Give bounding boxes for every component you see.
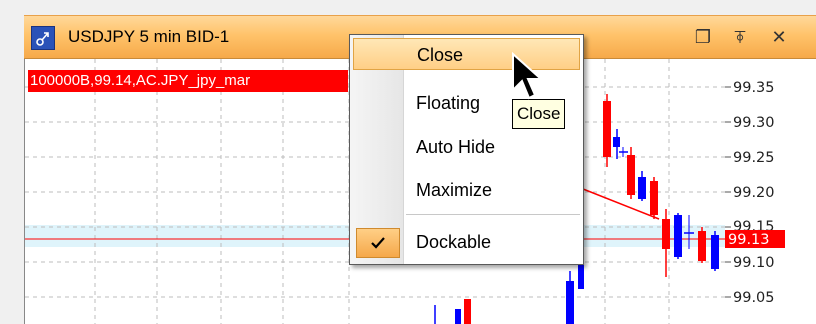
- window-title: USDJPY 5 min BID-1: [68, 27, 230, 46]
- app-icon: [31, 26, 55, 50]
- restore-icon[interactable]: ❐: [692, 26, 714, 48]
- candle: [455, 309, 461, 324]
- price-tick: 99.25: [733, 150, 775, 166]
- menu-item-label: Floating: [416, 93, 481, 113]
- candle: [613, 137, 620, 147]
- price-tick: 99.05: [733, 290, 775, 306]
- menu-item-dockable[interactable]: Dockable: [353, 224, 580, 260]
- mouse-cursor-icon: [512, 52, 544, 100]
- checked-indicator: [356, 228, 400, 258]
- menu-item-label: Close: [417, 45, 464, 65]
- menu-item-label: Auto Hide: [416, 137, 496, 157]
- candle: [638, 177, 646, 199]
- current-price-label: 99.13: [728, 232, 770, 248]
- context-menu: Close Floating Auto Hide Maximize Dockab…: [349, 34, 584, 265]
- candle: [711, 235, 719, 269]
- price-tick: 99.35: [733, 80, 775, 96]
- symbol-info-strip: 100000B,99.14,AC.JPY_jpy_mar: [28, 70, 348, 92]
- checkmark-icon: [371, 237, 385, 249]
- candle: [674, 215, 682, 257]
- candle: [662, 219, 670, 249]
- candle: [627, 155, 635, 195]
- pin-icon[interactable]: ⍕: [729, 26, 751, 48]
- price-tick: 99.10: [733, 255, 775, 271]
- menu-item-maximize[interactable]: Maximize: [353, 174, 580, 206]
- chart-window: USDJPY 5 min BID-1 ❐ ⍕ ✕ 99.35 99.30 99.…: [0, 0, 816, 324]
- menu-item-label: Dockable: [416, 232, 492, 252]
- menu-item-auto-hide[interactable]: Auto Hide: [353, 131, 580, 163]
- tooltip: Close: [512, 99, 566, 129]
- price-tick: 99.20: [733, 185, 775, 201]
- price-axis: 99.35 99.30 99.25 99.20 99.15 99.10 99.0…: [725, 59, 816, 324]
- candle: [650, 181, 658, 215]
- close-icon[interactable]: ✕: [768, 26, 790, 48]
- candle: [464, 299, 471, 324]
- menu-separator: [406, 214, 580, 215]
- candle: [603, 101, 611, 157]
- candle: [698, 231, 706, 261]
- menu-item-label: Maximize: [416, 180, 493, 200]
- price-tick: 99.30: [733, 115, 775, 131]
- menu-item-close[interactable]: Close: [353, 38, 580, 70]
